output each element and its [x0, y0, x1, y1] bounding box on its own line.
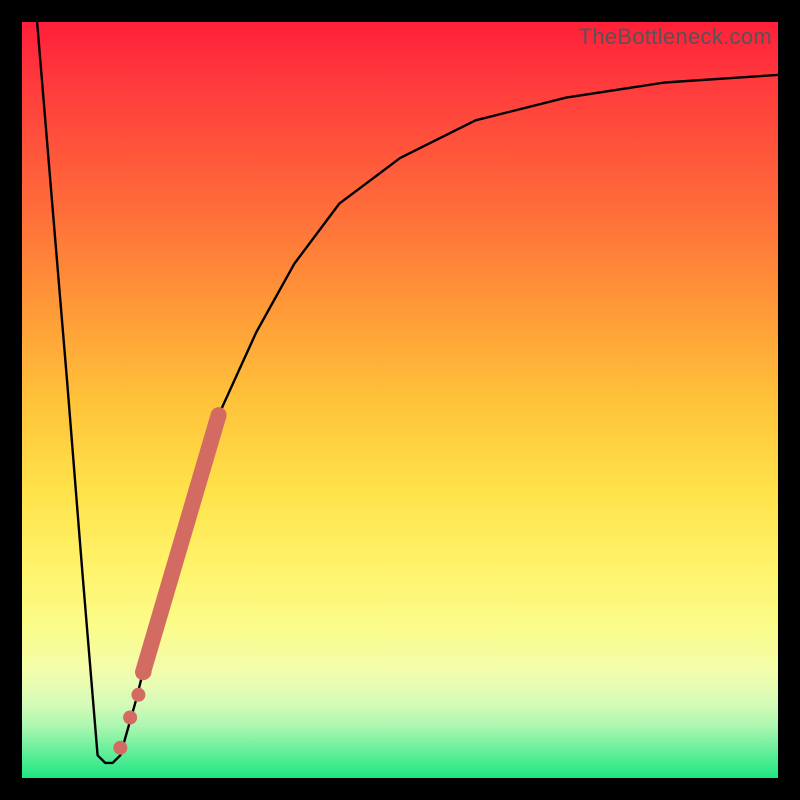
chart-frame: TheBottleneck.com	[0, 0, 800, 800]
highlight-dot	[131, 688, 145, 702]
highlight-dot	[113, 741, 127, 755]
highlight-segment	[143, 415, 219, 672]
highlight-dot	[138, 665, 152, 679]
chart-svg	[22, 22, 778, 778]
highlight-dot	[123, 711, 137, 725]
plot-area: TheBottleneck.com	[22, 22, 778, 778]
